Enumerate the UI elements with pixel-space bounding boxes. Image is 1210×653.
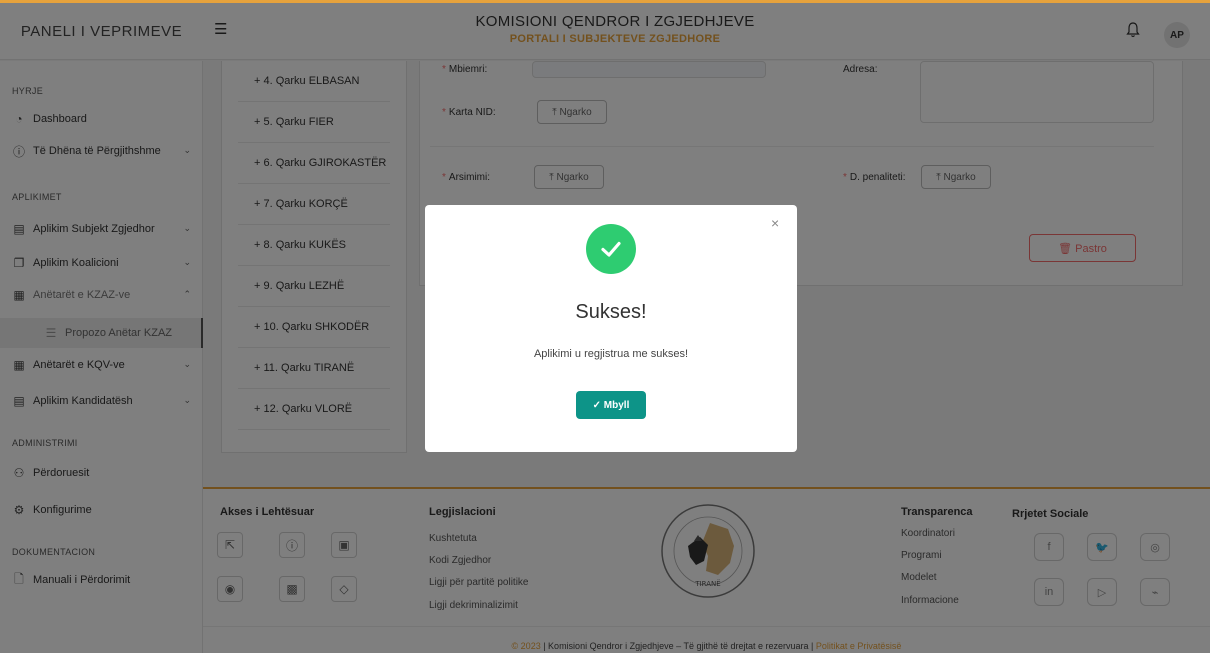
success-check-icon [586,224,636,274]
close-icon[interactable]: × [771,215,779,231]
modal-title: Sukses! [575,301,647,323]
success-modal: × Sukses! Aplikimi u regjistrua me sukse… [425,205,797,452]
modal-message: Aplikimi u regjistrua me sukses! [533,348,689,360]
mbyll-button[interactable]: ✓ Mbyll [576,391,646,419]
app-frame: PANELI I VEPRIMEVE ☰ KOMISIONI QENDROR I… [0,0,1210,653]
